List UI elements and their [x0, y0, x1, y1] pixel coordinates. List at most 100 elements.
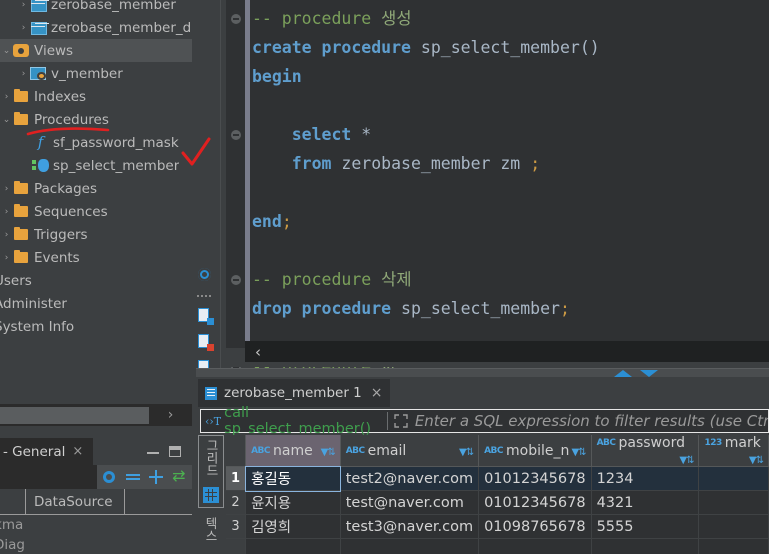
database-navigator-tree[interactable]: › zerobase_member › zerobase_member_d ⌄ Views… [0, 0, 192, 404]
tree-item-sp-select-member[interactable]: sp_select_member [0, 154, 192, 177]
sort-filter-icon[interactable]: ▼⇅ [749, 455, 764, 466]
column-header-mobile_n[interactable]: ABC mobile_n ▼⇅ [478, 435, 592, 467]
table-body[interactable]: 1 홍길동 test2@naver.com 01012345678 1234 2 윤지용 te… [226, 465, 769, 554]
table-cell[interactable]: 4321 [591, 490, 700, 515]
fold-toggle-icon[interactable] [231, 129, 241, 140]
results-grid[interactable]: ABC name ▼⇅ ABC email ▼⇅ ABC mobile_n ▼⇅ ABC passw… [226, 435, 769, 554]
tree-item-sequences[interactable]: › Sequences [0, 200, 192, 223]
column-header-mark[interactable]: 123 mark ▼⇅ [698, 435, 769, 467]
table-cell[interactable] [698, 538, 769, 554]
chevron-icon[interactable]: › [17, 23, 30, 33]
table-cell[interactable]: 윤지용 [245, 490, 341, 515]
tree-item-administer[interactable]: Administer [0, 292, 192, 315]
table-cell[interactable]: 5555 [591, 514, 700, 539]
chevron-icon[interactable]: › [0, 207, 13, 217]
tree-item-triggers[interactable]: › Triggers [0, 223, 192, 246]
table-cell[interactable]: test2@naver.com [340, 466, 480, 491]
table-cell[interactable] [698, 514, 769, 539]
code-line[interactable]: -- procedure 생성 [252, 4, 769, 33]
tree-item-indexes[interactable]: › Indexes [0, 85, 192, 108]
code-line[interactable]: end; [252, 207, 769, 236]
code-line[interactable]: -- procedure 삭제 [252, 265, 769, 294]
tab-grid-view[interactable]: 그리드 [198, 435, 224, 508]
tree-item-packages[interactable]: › Packages [0, 177, 192, 200]
code-line[interactable]: drop procedure sp_select_member; [252, 294, 769, 323]
chevron-up-icon[interactable] [614, 370, 632, 377]
chevron-icon[interactable]: › [0, 184, 13, 194]
chevron-down-icon[interactable] [640, 370, 658, 377]
close-icon[interactable]: × [371, 385, 383, 401]
table-cell[interactable]: test3@naver.com [340, 514, 480, 539]
filter-input[interactable]: Enter a SQL expression to filter results… [415, 412, 768, 430]
close-icon[interactable]: × [72, 444, 83, 459]
table-row[interactable]: 3 김영희 test3@naver.com 01098765678 5555 [226, 514, 769, 539]
chevron-icon[interactable]: › [0, 253, 13, 263]
chevron-icon[interactable]: › [17, 69, 30, 79]
properties-col-datasource[interactable]: DataSource [26, 489, 125, 514]
table-cell[interactable]: 01012345678 [478, 490, 592, 515]
code-line[interactable]: from zerobase_member zm ; [252, 149, 769, 178]
tab-zerobase-member-1[interactable]: zerobase_member 1 × [198, 379, 391, 407]
table-header-row[interactable]: ABC name ▼⇅ ABC email ▼⇅ ABC mobile_n ▼⇅ ABC passw… [226, 435, 769, 467]
sql-editor[interactable]: -- procedure 생성 create procedure sp_selec… [226, 0, 769, 405]
sort-filter-icon[interactable]: ▼⇅ [571, 447, 586, 458]
code-line[interactable] [252, 91, 769, 120]
gear-icon[interactable] [194, 265, 216, 287]
tab-general[interactable]: - General × [0, 438, 93, 465]
sort-filter-icon[interactable]: ▼⇅ [321, 447, 336, 458]
results-view-tabs[interactable]: 그리드 텍스 [198, 435, 224, 554]
tree-item-zerobase-member-d[interactable]: › zerobase_member_d [0, 16, 192, 39]
dots-icon[interactable] [194, 291, 216, 301]
sort-filter-icon[interactable]: ▼⇅ [459, 447, 474, 458]
expand-icon[interactable] [148, 469, 164, 485]
tree-item-system-info[interactable]: System Info [0, 315, 192, 338]
chevron-icon[interactable]: ⌄ [0, 115, 13, 125]
results-table[interactable]: ABC name ▼⇅ ABC email ▼⇅ ABC mobile_n ▼⇅ ABC passw… [226, 435, 769, 554]
tree-item-procedures[interactable]: ⌄ Procedures [0, 108, 192, 131]
column-header-password[interactable]: ABC password ▼⇅ [591, 435, 700, 467]
tree-item-sf-password-mask[interactable]: f sf_password_mask [0, 131, 192, 154]
row-number[interactable]: 2 [226, 490, 247, 515]
fold-toggle-icon[interactable] [231, 274, 241, 285]
table-cell[interactable]: 홍길동 [244, 465, 342, 492]
tree-item-v-member[interactable]: › v_member [0, 62, 192, 85]
editor-horizontal-scrollbar[interactable]: ‹ [245, 341, 769, 362]
gear-icon[interactable] [101, 469, 117, 485]
sort-filter-icon[interactable]: ▼⇅ [679, 455, 694, 466]
tree-expand-more-button[interactable]: › [149, 404, 192, 426]
table-cell[interactable] [591, 538, 700, 554]
minimize-icon[interactable] [147, 446, 159, 454]
chevron-icon[interactable]: ⌄ [0, 46, 13, 56]
results-filter-bar[interactable]: ‹›T call sp_select_member() Enter a SQL … [200, 405, 769, 437]
row-number[interactable]: 1 [226, 466, 247, 491]
table-cell[interactable] [340, 538, 480, 554]
fold-toggle-icon[interactable] [231, 13, 241, 24]
collapse-icon[interactable] [125, 469, 141, 485]
code-line[interactable] [252, 178, 769, 207]
properties-row[interactable]: Diag [0, 535, 192, 554]
chevron-icon[interactable]: › [17, 0, 30, 10]
table-row[interactable]: 1 홍길동 test2@naver.com 01012345678 1234 [226, 465, 769, 492]
code-line[interactable]: select * [252, 120, 769, 149]
table-cell[interactable]: 01098765678 [478, 514, 592, 539]
table-cell[interactable] [478, 538, 592, 554]
export-document-icon[interactable] [194, 305, 216, 327]
active-query-chip[interactable]: ‹›T call sp_select_member() [201, 405, 382, 437]
table-row[interactable]: 2 윤지용 test@naver.com 01012345678 4321 [226, 490, 769, 515]
tree-item-zerobase-member[interactable]: › zerobase_member [0, 0, 192, 16]
expand-icon[interactable] [393, 413, 409, 429]
column-header-name[interactable]: ABC name ▼⇅ [245, 435, 341, 467]
table-cell[interactable]: test@naver.com [340, 490, 480, 515]
code-line[interactable]: create procedure sp_select_member() [252, 33, 769, 62]
tree-item-events[interactable]: › Events [0, 246, 192, 269]
scroll-left-icon[interactable]: ‹ [245, 343, 271, 361]
table-row-empty[interactable] [226, 538, 769, 554]
table-cell[interactable] [698, 490, 769, 515]
code-line[interactable]: begin [252, 62, 769, 91]
table-cell[interactable]: 01012345678 [478, 466, 592, 491]
tree-item-views[interactable]: ⌄ Views [0, 39, 192, 62]
chevron-icon[interactable]: › [0, 92, 13, 102]
chevron-icon[interactable]: › [0, 230, 13, 240]
table-cell[interactable] [245, 538, 341, 554]
scrollbar-thumb[interactable] [0, 407, 149, 424]
